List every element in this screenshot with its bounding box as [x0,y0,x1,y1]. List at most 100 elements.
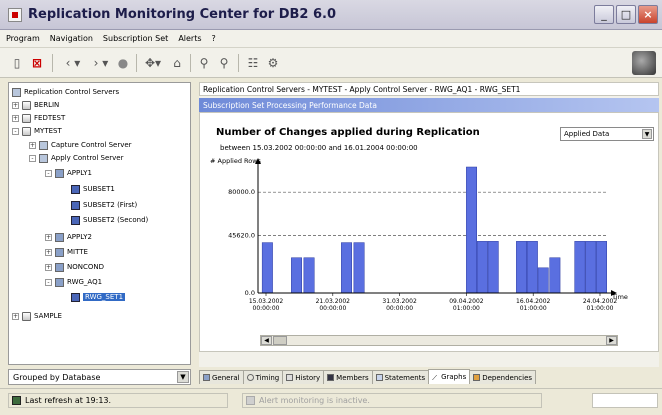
tab-history[interactable]: History [282,370,325,384]
detail-tabs: General Timing History Members Statement… [199,369,659,384]
tab-dependencies[interactable]: Dependencies [469,370,537,384]
tree-root[interactable]: Replication Control Servers [12,86,119,98]
x-tick-label: 09.04.2002 [449,298,484,305]
forward-icon[interactable]: › ▾ [90,55,112,71]
chevron-down-icon[interactable]: ▼ [177,371,189,383]
find-icon[interactable]: ⚲ [196,55,212,71]
menu-subscription-set[interactable]: Subscription Set [103,34,168,43]
status-field [592,393,658,408]
clock-icon [246,374,254,381]
grouping-select-value: Grouped by Database [13,372,101,382]
title-bar: Replication Monitoring Center for DB2 6.… [0,0,662,30]
subscription-set-icon [71,200,80,210]
delete-icon[interactable]: ⊠ [30,55,44,71]
server-icon [39,153,48,163]
x-tick-label: 21.03.2002 [316,298,351,305]
window-title: Replication Monitoring Center for DB2 6.… [28,7,336,22]
tree-item-rwg-aq1[interactable]: - RWG_AQ1 [45,276,102,288]
tab-statements[interactable]: Statements [371,370,430,384]
subscription-set-icon [71,184,80,194]
data-type-select[interactable]: Applied Data ▼ [560,127,654,141]
bar [341,242,352,294]
menu-alerts[interactable]: Alerts [178,34,201,43]
bar [549,257,561,294]
tab-graphs[interactable]: ⟋ Graphs [428,369,471,384]
chart-card: Number of Changes applied during Replica… [199,112,659,352]
menu-help[interactable]: ? [212,34,216,43]
network-icon[interactable]: ✥▾ [142,55,164,71]
tree-icon[interactable]: ☷ [246,55,260,71]
tree-item-sample[interactable]: + SAMPLE [12,310,62,322]
bar [261,242,273,294]
bar [487,241,499,294]
minimize-button[interactable]: _ [594,5,614,24]
x-tick-label: 00:00:00 [386,305,413,312]
menu-navigation[interactable]: Navigation [50,34,93,43]
y-axis-label: # Applied Rows [210,157,262,165]
tree-item-mitte[interactable]: + MITTE [45,246,88,258]
tree-item-apply1[interactable]: - APPLY1 [45,167,92,179]
apply-qualifier-icon [55,232,64,242]
apply-qualifier-icon [55,247,64,257]
window-buttons: _ □ × [594,5,658,24]
statements-icon [375,374,383,381]
grouping-select[interactable]: Grouped by Database ▼ [8,369,191,385]
db2-logo [632,51,656,75]
tree-item-rwg-set1[interactable]: RWG_SET1 [71,291,126,303]
bar [537,267,549,294]
history-icon [286,374,294,381]
scroll-left-icon[interactable]: ◀ [261,336,272,345]
tree-item-capture-control-server[interactable]: + Capture Control Server [29,139,132,151]
tree-item-subset1[interactable]: SUBSET1 [71,183,115,195]
database-icon [22,113,31,123]
gear-icon[interactable]: ⚙ [266,55,280,71]
find-next-icon[interactable]: ⚲ [216,55,232,71]
section-header: Subscription Set Processing Performance … [199,98,659,112]
tree-item-fedtest[interactable]: + FEDTEST [12,112,65,124]
tree-item-subset2-second[interactable]: SUBSET2 (Second) [71,214,148,226]
tree-item-berlin[interactable]: + BERLIN [12,99,59,111]
dependencies-icon [473,374,481,381]
menu-bar: Program Navigation Subscription Set Aler… [0,30,662,48]
subscription-set-icon [71,292,80,302]
tab-timing[interactable]: Timing [242,370,284,384]
alert-status-icon [246,396,255,405]
page-icon[interactable]: ▯ [10,55,24,71]
y-tick-label: 45620.0 [228,232,255,240]
tab-members[interactable]: Members [323,370,373,384]
servers-icon [12,87,21,97]
tree-item-mytest[interactable]: - MYTEST [12,125,62,137]
x-tick-label: 01:00:00 [453,305,480,312]
folder-icon[interactable]: ⌂ [170,55,184,71]
status-alert-monitoring: Alert monitoring is inactive. [242,393,542,408]
menu-program[interactable]: Program [6,34,40,43]
bar [585,241,597,294]
database-icon [22,311,31,321]
bar [596,241,608,294]
breadcrumb: Replication Control Servers - MYTEST - A… [199,82,659,96]
subscription-set-icon [71,215,80,225]
bar [574,241,586,294]
bar-chart: # Applied Rows Time 80000.045620.00.0 15… [210,157,628,312]
y-tick-label: 0.0 [245,289,255,297]
back-icon[interactable]: ‹ ▾ [62,55,84,71]
chart-title: Number of Changes applied during Replica… [216,127,480,138]
bar [516,241,528,294]
tree-item-noncond[interactable]: + NONCOND [45,261,104,273]
scroll-thumb[interactable] [273,336,287,345]
tree-item-apply-control-server[interactable]: - Apply Control Server [29,152,123,164]
x-tick-label: 01:00:00 [520,305,547,312]
navigation-tree[interactable]: Replication Control Servers + BERLIN + F… [8,82,191,365]
tab-general[interactable]: General [199,370,244,384]
content-panel: Replication Control Servers - MYTEST - A… [199,82,659,367]
chart-scrollbar[interactable]: ◀ ▶ [260,335,618,346]
x-tick-label: 31.03.2002 [382,298,417,305]
stop-icon[interactable]: ● [116,55,130,71]
tree-item-subset2-first[interactable]: SUBSET2 (First) [71,199,137,211]
chevron-down-icon[interactable]: ▼ [642,129,652,139]
maximize-button[interactable]: □ [616,5,636,24]
bar [476,241,488,294]
close-button[interactable]: × [638,5,658,24]
scroll-right-icon[interactable]: ▶ [606,336,617,345]
tree-item-apply2[interactable]: + APPLY2 [45,231,92,243]
